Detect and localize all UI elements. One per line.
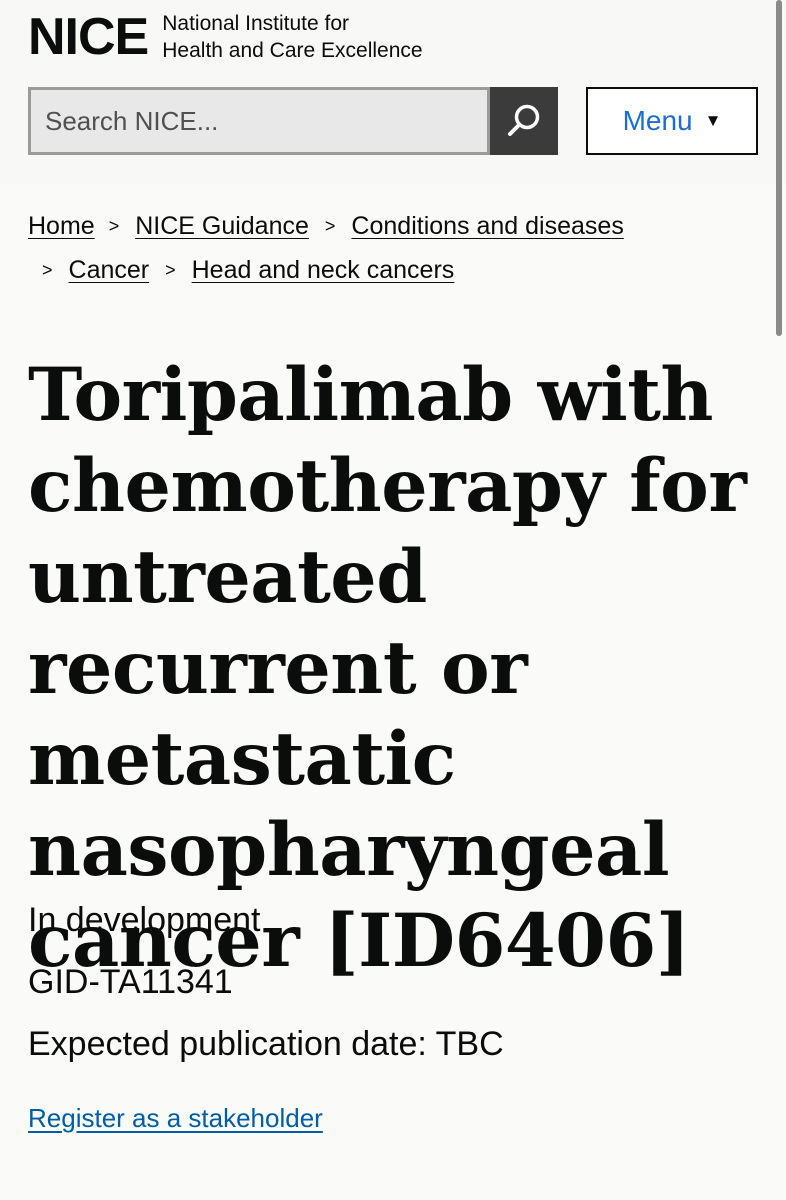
breadcrumb-conditions-and-diseases[interactable]: Conditions and diseases xyxy=(351,204,623,248)
breadcrumb-separator: > xyxy=(42,260,53,280)
caret-down-icon: ▼ xyxy=(704,111,722,130)
logo-text: National Institute for Health and Care E… xyxy=(162,10,482,64)
page: NICE National Institute for Health and C… xyxy=(0,0,786,1200)
search-icon xyxy=(508,104,540,136)
status-text: In development xyxy=(28,901,261,939)
publication-date: Expected publication date: TBC xyxy=(28,1025,504,1063)
breadcrumb-line-2: > Cancer > Head and neck cancers xyxy=(28,248,748,292)
search-input[interactable] xyxy=(28,87,490,155)
breadcrumb-head-and-neck-cancers[interactable]: Head and neck cancers xyxy=(192,248,455,292)
breadcrumb-cancer[interactable]: Cancer xyxy=(69,248,150,292)
menu-label: Menu xyxy=(622,105,693,136)
breadcrumb-separator: > xyxy=(165,260,176,280)
logo-line-2: Health and Care Excellence xyxy=(162,39,423,62)
register-stakeholder-link[interactable]: Register as a stakeholder xyxy=(28,1100,323,1136)
breadcrumb-separator: > xyxy=(108,216,120,236)
nice-logo[interactable]: NICE National Institute for Health and C… xyxy=(28,10,482,64)
logo-mark: NICE xyxy=(28,8,149,66)
guidance-reference: GID-TA11341 xyxy=(28,963,233,1001)
breadcrumb-nice-guidance[interactable]: NICE Guidance xyxy=(135,204,309,248)
breadcrumb-separator: > xyxy=(324,216,336,236)
breadcrumb-home[interactable]: Home xyxy=(28,204,95,248)
site-header: NICE National Institute for Health and C… xyxy=(0,0,786,184)
scrollbar[interactable] xyxy=(776,0,782,336)
page-title: Toripalimab with chemotherapy for untrea… xyxy=(28,352,747,984)
breadcrumb: Home > NICE Guidance > Conditions and di… xyxy=(28,204,748,292)
menu-button[interactable]: Menu ▼ xyxy=(586,87,758,155)
search-bar: Menu ▼ xyxy=(28,87,758,155)
search-button[interactable] xyxy=(490,87,558,155)
breadcrumb-line-1: Home > NICE Guidance > Conditions and di… xyxy=(28,204,748,248)
logo-line-1: National Institute for xyxy=(162,12,350,35)
